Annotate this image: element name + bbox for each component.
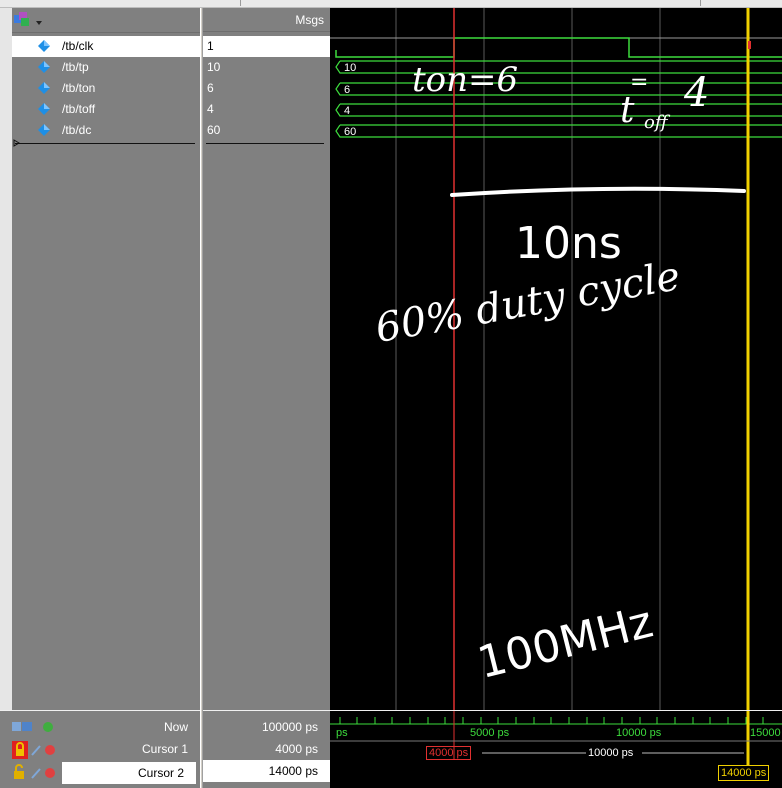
signal-name: /tb/ton <box>62 81 96 95</box>
tick-label: 15000 <box>750 727 781 739</box>
toolbar-separator <box>240 0 241 6</box>
cursor-2-value: 14000 ps <box>203 760 330 782</box>
annotation-toff-val: 4 <box>684 70 710 116</box>
signal-row[interactable]: /tb/tp <box>12 57 200 78</box>
cursor-1-tag[interactable]: 4000 ps <box>426 746 472 760</box>
now-value: 100000 ps <box>261 720 318 734</box>
signal-diamond-icon <box>38 61 50 73</box>
timeline-pane[interactable]: ps 5000 ps 10000 ps 15000 4000 ps 10000 … <box>330 711 782 788</box>
tick-label: 10000 ps <box>616 727 662 739</box>
left-gutter <box>0 8 12 710</box>
bus-value-ton: 6 <box>344 84 351 96</box>
list-end-line <box>206 143 324 144</box>
signal-name: /tb/dc <box>62 123 92 137</box>
layers-icon[interactable] <box>12 11 46 29</box>
annotation-toff-t: t <box>620 90 635 131</box>
annotation-period-line <box>450 186 746 197</box>
signal-row[interactable]: /tb/dc <box>12 120 200 141</box>
cursor-1-value: 4000 ps <box>275 742 318 756</box>
annotation-toff-sub: off <box>644 112 668 133</box>
signal-diamond-icon <box>38 124 50 136</box>
signal-row[interactable]: /tb/ton <box>12 78 200 99</box>
bus-value-toff: 4 <box>344 105 351 117</box>
cursor-name-pane: Now Cursor 1 Cursor 2 <box>0 711 200 788</box>
signal-value[interactable]: 1 <box>203 36 330 57</box>
signal-value[interactable]: 6 <box>203 78 330 99</box>
lock-cursor-icon[interactable] <box>12 741 58 759</box>
annotation-ton: ton=6 <box>412 60 519 100</box>
tick-label: 5000 ps <box>470 727 510 739</box>
cursor-2-tag[interactable]: 14000 ps <box>718 765 770 781</box>
tick-label: ps <box>336 727 348 739</box>
signal-value[interactable]: 60 <box>203 120 330 141</box>
signal-name: /tb/toff <box>62 102 96 116</box>
signal-diamond-icon <box>38 103 50 115</box>
annotation-toff-eq: = <box>630 70 649 95</box>
clk-wave <box>335 37 782 58</box>
list-end-line <box>15 143 195 144</box>
signal-diamond-icon <box>38 82 50 94</box>
bus-value-dc: 60 <box>344 126 357 138</box>
cursor-delta-label: 10000 ps <box>588 747 634 759</box>
signal-diamond-icon <box>38 40 50 52</box>
signal-value[interactable]: 4 <box>203 99 330 120</box>
signal-value[interactable]: 10 <box>203 57 330 78</box>
unlock-cursor-icon[interactable] <box>12 764 58 782</box>
waveform-pane[interactable]: 10 6 4 60 ton=6 t off = 4 10ns 60% duty … <box>330 8 782 710</box>
annotation-period: 10ns <box>515 218 622 269</box>
name-column-header[interactable] <box>12 8 200 33</box>
toolbar-separator <box>700 0 701 6</box>
cursor-2-label[interactable]: Cursor 2 <box>62 762 196 784</box>
expand-marker-icon <box>13 139 20 147</box>
bus-value-tp: 10 <box>344 62 357 74</box>
msgs-column-header[interactable]: Msgs <box>203 8 330 32</box>
signal-name: /tb/clk <box>62 39 94 53</box>
signal-row[interactable]: /tb/toff <box>12 99 200 120</box>
signal-name: /tb/tp <box>62 60 89 74</box>
signal-row[interactable]: /tb/clk <box>12 36 200 57</box>
cursor-value-pane: 100000 ps 4000 ps 14000 ps <box>203 711 330 788</box>
add-cursor-icon[interactable] <box>12 719 58 735</box>
top-toolbar-strip <box>0 0 782 8</box>
